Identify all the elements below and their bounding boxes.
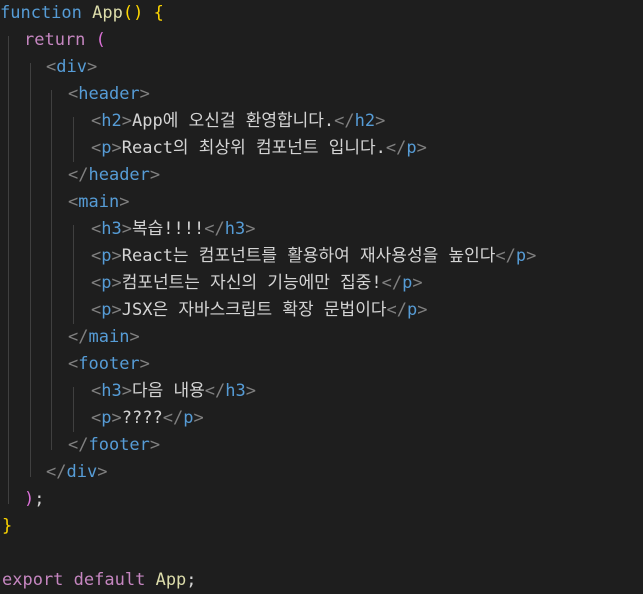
code-line-15: <h3>다음 내용</h3>: [91, 381, 256, 401]
p-text: React는 컴포넌트를 활용하여 재사용성을 높인다: [121, 246, 496, 266]
h3-text: 다음 내용: [131, 381, 205, 401]
p-text: ????: [121, 408, 163, 428]
p-text: React의 최상위 컴포넌트 입니다.: [121, 138, 386, 158]
semicolon: ;: [186, 570, 197, 590]
code-line-17: </footer>: [68, 435, 161, 455]
code-line-3: <div>: [46, 57, 98, 77]
tag-p: p: [101, 300, 112, 320]
code-line-10: <p>React는 컴포넌트를 활용하여 재사용성을 높인다</p>: [91, 246, 537, 266]
tag-p: p: [101, 138, 112, 158]
tag-p-close: p: [406, 300, 418, 320]
tag-footer: footer: [78, 354, 140, 374]
tag-p-close: p: [515, 246, 527, 266]
tag-p: p: [101, 246, 112, 266]
keyword-function: function: [0, 3, 82, 23]
h3-text: 복습!!!!: [131, 219, 205, 239]
semicolon: ;: [34, 489, 45, 509]
tag-h3-close: h3: [225, 381, 246, 401]
function-name: App: [92, 3, 123, 23]
open-brace: {: [153, 3, 164, 23]
parens: (): [122, 3, 144, 23]
code-line-19: );: [24, 486, 45, 513]
indent-guide: [8, 36, 9, 504]
indent-guide: [73, 117, 74, 162]
tag-h3-close: h3: [224, 219, 246, 239]
tag-h2-close: h2: [354, 111, 376, 131]
indent-guide: [73, 387, 74, 432]
indent-guide: [73, 225, 74, 324]
code-line-4: <header>: [68, 84, 150, 104]
tag-p-close: p: [183, 408, 194, 428]
tag-p-close: p: [402, 273, 413, 293]
keyword-return: return: [24, 30, 86, 50]
code-line-7: </header>: [68, 165, 161, 185]
tag-p: p: [101, 408, 112, 428]
tag-header-close: header: [88, 165, 150, 185]
code-editor[interactable]: function App() { return ( <div> <header>…: [0, 0, 643, 592]
tag-main-close: main: [88, 327, 130, 347]
close-brace: }: [2, 516, 13, 536]
indent-guide: [30, 63, 31, 477]
tag-h2: h2: [101, 111, 122, 131]
indent-guide: [51, 90, 52, 450]
code-line-6: <p>React의 최상위 컴포넌트 입니다.</p>: [91, 138, 427, 158]
code-line-12: <p>JSX은 자바스크립트 확장 문법이다</p>: [91, 300, 428, 320]
h2-text: App에 오신걸 환영합니다.: [131, 111, 335, 131]
keyword-export: export: [2, 570, 64, 590]
code-line-22: export default App;: [2, 567, 197, 594]
code-line-2: return (: [24, 27, 106, 54]
tag-p: p: [101, 273, 112, 293]
tag-h3: h3: [101, 219, 122, 239]
tag-footer-close: footer: [88, 435, 150, 455]
code-line-11: <p>컴포넌트는 자신의 기능에만 집중!</p>: [91, 273, 423, 293]
code-line-5: <h2>App에 오신걸 환영합니다.</h2>: [91, 111, 386, 131]
code-line-18: </div>: [46, 462, 108, 482]
tag-div: div: [56, 57, 87, 77]
code-line-20: }: [2, 513, 12, 540]
p-text: 컴포넌트는 자신의 기능에만 집중!: [121, 273, 382, 293]
tag-div-close: div: [66, 462, 98, 482]
open-paren: (: [95, 30, 106, 50]
tag-p-close: p: [406, 138, 417, 158]
export-name: App: [155, 570, 187, 590]
code-line-14: <footer>: [68, 354, 150, 374]
code-line-8: <main>: [68, 192, 130, 212]
p-text: JSX은 자바스크립트 확장 문법이다: [121, 300, 387, 320]
code-line-16: <p>????</p>: [91, 408, 204, 428]
code-line-9: <h3>복습!!!!</h3>: [91, 219, 256, 239]
close-paren: ): [24, 489, 35, 509]
code-line-1: function App() {: [0, 0, 164, 27]
tag-h3: h3: [101, 381, 122, 401]
tag-main: main: [78, 192, 120, 212]
tag-header: header: [78, 84, 140, 104]
code-line-13: </main>: [68, 327, 140, 347]
keyword-default: default: [73, 570, 146, 590]
